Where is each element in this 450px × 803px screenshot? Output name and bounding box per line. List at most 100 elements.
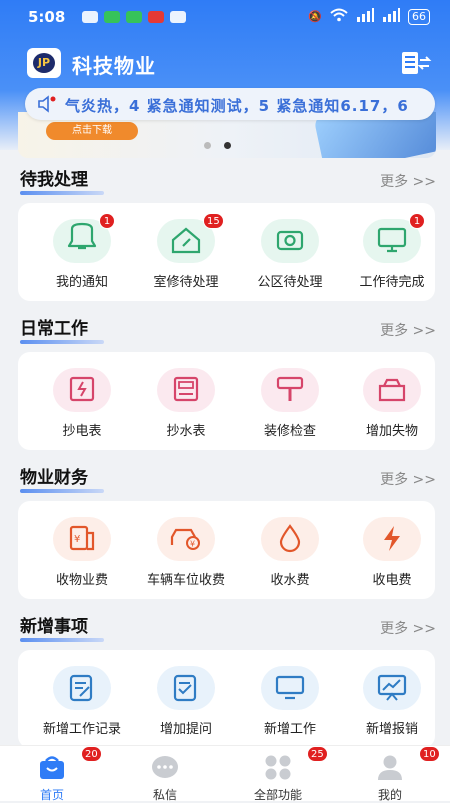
section-underline (20, 191, 104, 195)
function-label: 新增工作 (263, 722, 316, 737)
more-link[interactable]: 更多 >> (380, 469, 436, 489)
battery-indicator: 66 (408, 8, 430, 25)
question-doc-icon (157, 666, 215, 710)
more-link[interactable]: 更多 >> (380, 320, 436, 340)
switch-building-icon[interactable] (400, 50, 432, 78)
function-item[interactable]: 收水费 (238, 517, 342, 588)
function-label: 增加提问 (159, 722, 212, 737)
camera-icon (261, 219, 319, 263)
function-label: 公区待处理 (257, 275, 323, 290)
speaker-icon (38, 95, 56, 113)
monitor-icon: 1 (363, 213, 425, 263)
home-bag-icon: 20 (37, 746, 102, 780)
property-fee-icon: ¥ (53, 517, 111, 561)
tab-label: 全部功能 (253, 788, 302, 802)
function-label: 增加失物 (365, 424, 418, 439)
app-icon (170, 11, 186, 23)
section-underline (20, 489, 104, 493)
notice-bar[interactable]: 气炎热，4 紧急通知测试，5 紧急通知6.17，6 (25, 88, 435, 120)
function-item[interactable]: 增加失物 (340, 368, 444, 439)
function-item[interactable]: 1 我的通知 (30, 213, 134, 290)
function-item[interactable]: ¥ 车辆车位收费 (134, 517, 238, 588)
electric-meter-icon (53, 368, 111, 412)
mute-icon: 🔕 (308, 10, 322, 23)
app-title: 科技物业 (72, 54, 156, 78)
function-item[interactable]: ¥ 收物业费 (30, 517, 134, 588)
monitor-add-icon (261, 666, 319, 710)
function-item[interactable]: 15 室修待处理 (134, 213, 238, 290)
wifi-icon (330, 8, 348, 25)
function-item[interactable]: 抄水表 (134, 368, 238, 439)
app-logo: JP (27, 48, 61, 78)
tab-item[interactable]: 20 首页 (12, 746, 102, 803)
function-card: 抄电表 抄水表 装修检查 增加失物 (18, 352, 435, 450)
count-badge: 10 (419, 746, 440, 762)
function-label: 新增报销 (365, 722, 418, 737)
lightning-icon (363, 517, 421, 561)
function-label: 室修待处理 (153, 275, 219, 290)
bottom-tab-bar: 20 首页 私信 25 全部功能 10 我的 (0, 745, 450, 803)
wechat-icon (126, 11, 142, 23)
count-badge: 25 (307, 746, 328, 762)
section-underline (20, 340, 104, 344)
download-button[interactable]: 点击下载 (46, 122, 138, 140)
function-label: 抄水表 (166, 424, 206, 439)
wechat-icon (104, 11, 120, 23)
more-link[interactable]: 更多 >> (380, 171, 436, 191)
grid-apps-icon: 25 (263, 746, 328, 780)
function-item[interactable]: 公区待处理 (238, 219, 342, 290)
function-label: 装修检查 (263, 424, 316, 439)
status-time: 5:08 (28, 8, 66, 26)
chat-bubble-icon (150, 754, 180, 780)
function-card: 新增工作记录 增加提问 新增工作 新增报销 (18, 650, 435, 748)
water-meter-icon (157, 368, 215, 412)
paint-brush-icon (261, 368, 319, 412)
signal-icon (356, 8, 374, 25)
water-drop-icon (261, 517, 319, 561)
svg-text:¥: ¥ (74, 534, 80, 545)
lost-item-box-icon (363, 368, 421, 412)
function-label: 抄电表 (62, 424, 102, 439)
function-item[interactable]: 装修检查 (238, 368, 342, 439)
signal-icon (382, 8, 400, 25)
tab-label: 首页 (39, 788, 64, 802)
notification-icon (82, 11, 98, 23)
function-label: 收物业费 (55, 573, 108, 588)
function-label: 工作待完成 (359, 275, 425, 290)
section-title: 新增事项 (20, 617, 88, 637)
function-item[interactable]: 新增工作 (238, 666, 342, 737)
carousel-dot-active[interactable] (224, 142, 231, 149)
count-badge: 15 (203, 213, 224, 229)
section-title: 物业财务 (20, 468, 88, 488)
function-item[interactable]: 新增工作记录 (30, 666, 134, 737)
function-label: 车辆车位收费 (146, 573, 225, 588)
function-item[interactable]: 增加提问 (134, 666, 238, 737)
bell-icon: 1 (53, 213, 115, 263)
notice-text: 气炎热，4 紧急通知测试，5 紧急通知6.17，6 (65, 97, 409, 115)
function-item[interactable]: 收电费 (340, 517, 444, 588)
function-label: 收水费 (270, 573, 310, 588)
status-bar: 5:08 🔕 66 (0, 0, 450, 34)
logo-mark: JP (33, 53, 55, 73)
chart-board-icon (363, 666, 421, 710)
tab-item[interactable]: 私信 (125, 754, 205, 803)
car-fee-icon: ¥ (157, 517, 215, 561)
function-item[interactable]: 抄电表 (30, 368, 134, 439)
function-card: 1 我的通知 15 室修待处理 公区待处理 1 工作待完成 (18, 203, 435, 301)
house-wrench-icon: 15 (157, 213, 224, 263)
carousel-dot[interactable] (204, 142, 211, 149)
tab-label: 私信 (152, 788, 177, 802)
function-card: ¥ 收物业费 ¥ 车辆车位收费 收水费 收电费 (18, 501, 435, 599)
svg-text:¥: ¥ (190, 540, 195, 549)
count-badge: 1 (99, 213, 115, 229)
tab-item[interactable]: 10 我的 (350, 746, 440, 803)
function-label: 我的通知 (55, 275, 108, 290)
function-item[interactable]: 1 工作待完成 (340, 213, 444, 290)
section-underline (20, 638, 104, 642)
section-title: 日常工作 (20, 319, 88, 339)
function-label: 收电费 (372, 573, 412, 588)
tab-item[interactable]: 25 全部功能 (238, 746, 328, 803)
app-icon (148, 11, 164, 23)
more-link[interactable]: 更多 >> (380, 618, 436, 638)
function-item[interactable]: 新增报销 (340, 666, 444, 737)
